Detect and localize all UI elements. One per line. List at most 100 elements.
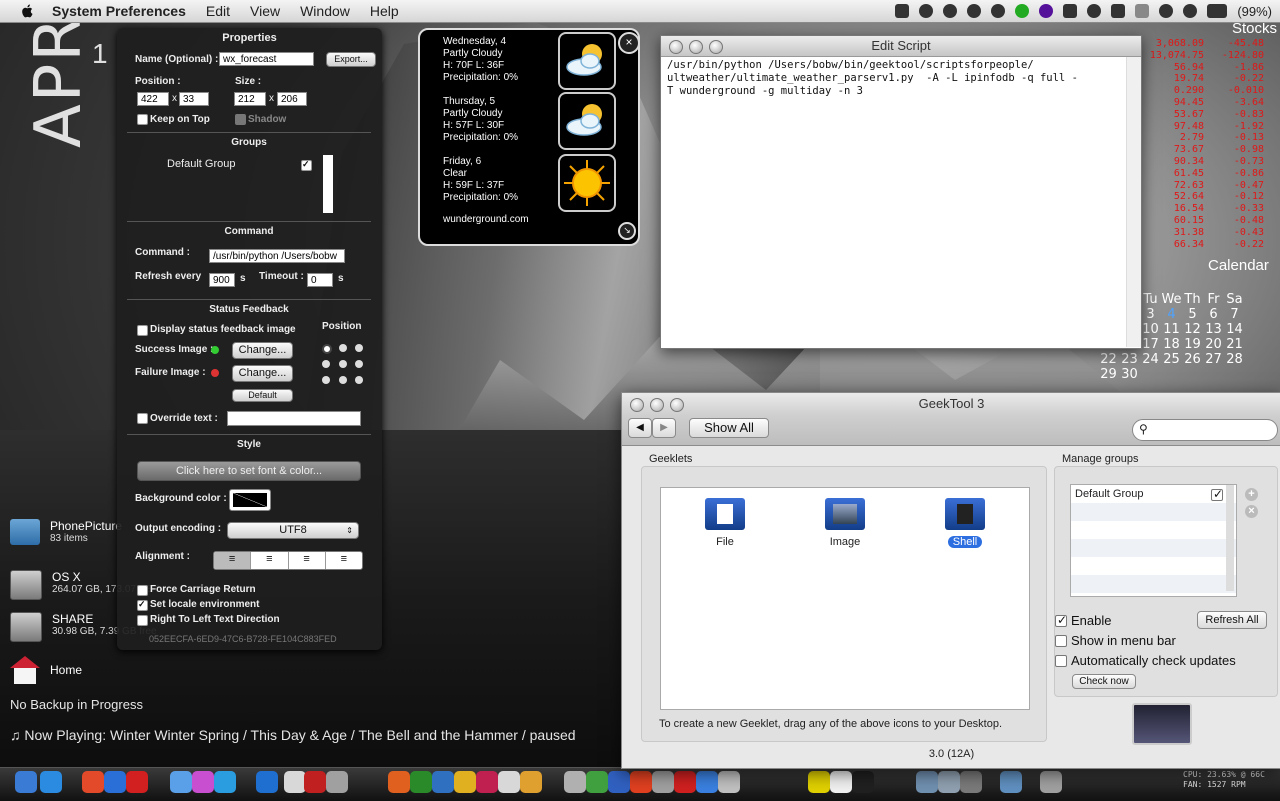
font-color-button[interactable]: Click here to set font & color...: [137, 461, 361, 481]
menu-help[interactable]: Help: [370, 3, 399, 19]
game-icon[interactable]: [410, 771, 432, 793]
shadow-checkbox[interactable]: [235, 114, 246, 125]
back-arrow-icon[interactable]: ◀: [628, 418, 652, 438]
rtl-checkbox[interactable]: [137, 615, 148, 626]
headphones-icon[interactable]: [943, 4, 958, 18]
messages-icon[interactable]: [170, 771, 192, 793]
position-radio-mr[interactable]: [355, 360, 363, 368]
refresh-all-button[interactable]: Refresh All: [1197, 611, 1267, 629]
minimize-window-button[interactable]: [650, 398, 664, 412]
position-radio-bc[interactable]: [339, 376, 347, 384]
desktop-item-home[interactable]: Home: [10, 656, 82, 684]
transfer-icon[interactable]: [1111, 4, 1126, 18]
command-field[interactable]: /usr/bin/python /Users/bobw: [209, 249, 345, 263]
show-menubar-checkbox[interactable]: [1055, 635, 1067, 647]
enable-checkbox[interactable]: [1055, 613, 1067, 627]
position-radio-tr[interactable]: [355, 344, 363, 352]
display-status-checkbox[interactable]: [137, 325, 148, 336]
name-field[interactable]: wx_forecast: [219, 52, 314, 66]
green-status-icon[interactable]: [1015, 4, 1030, 18]
battery-icon[interactable]: [1207, 4, 1228, 18]
zoom-window-button[interactable]: [670, 398, 684, 412]
check-now-button[interactable]: Check now: [1072, 674, 1136, 689]
usb-icon[interactable]: [284, 771, 306, 793]
set-locale-checkbox[interactable]: [137, 599, 148, 611]
override-text-checkbox[interactable]: [137, 413, 148, 424]
position-y-field[interactable]: 33: [179, 92, 209, 106]
app-icon[interactable]: [388, 771, 410, 793]
auto-update-checkbox[interactable]: [1055, 655, 1067, 667]
override-text-field[interactable]: [227, 411, 361, 426]
default-button[interactable]: Default: [232, 389, 293, 402]
app-icon[interactable]: [564, 771, 586, 793]
utility-icon[interactable]: [326, 771, 348, 793]
app-icon[interactable]: [674, 771, 696, 793]
default-group-checkbox[interactable]: [301, 159, 312, 171]
menu-app-name[interactable]: System Preferences: [52, 3, 186, 19]
resize-icon[interactable]: ↘: [618, 222, 636, 240]
group-default[interactable]: Default Group: [1075, 488, 1143, 500]
close-window-button[interactable]: [669, 40, 683, 54]
force-cr-checkbox[interactable]: [137, 585, 148, 596]
app-store-icon[interactable]: [40, 771, 62, 793]
refresh-field[interactable]: 900: [209, 273, 235, 287]
geeklet-file[interactable]: File: [690, 498, 760, 548]
app-icon[interactable]: [696, 771, 718, 793]
chrome-icon[interactable]: [82, 771, 104, 793]
chair-icon[interactable]: [304, 771, 326, 793]
position-radio-tc[interactable]: [339, 344, 347, 352]
app-icon[interactable]: [652, 771, 674, 793]
position-radio-ml[interactable]: [322, 360, 330, 368]
align-right-icon[interactable]: ≡: [289, 552, 326, 569]
trash-icon[interactable]: [1040, 771, 1062, 793]
close-window-button[interactable]: [630, 398, 644, 412]
failure-change-button[interactable]: Change...: [232, 365, 293, 382]
default-group-label[interactable]: Default Group: [167, 158, 235, 170]
app-icon[interactable]: [454, 771, 476, 793]
adium-icon[interactable]: [808, 771, 830, 793]
purple-status-icon[interactable]: [1039, 4, 1054, 18]
terminal-icon[interactable]: [895, 4, 910, 18]
x11-icon[interactable]: [830, 771, 852, 793]
menu-view[interactable]: View: [250, 3, 280, 19]
app-icon[interactable]: [960, 771, 982, 793]
gear-icon[interactable]: [991, 4, 1006, 18]
app-icon[interactable]: [938, 771, 960, 793]
opera-icon[interactable]: [126, 771, 148, 793]
bluetooth-icon[interactable]: [1135, 4, 1150, 18]
text-edit-icon[interactable]: [498, 771, 520, 793]
calendar-icon[interactable]: [476, 771, 498, 793]
wifi-icon[interactable]: [1159, 4, 1174, 18]
itunes-icon[interactable]: [256, 771, 278, 793]
zoom-window-button[interactable]: [709, 40, 723, 54]
battery-percent[interactable]: (99%): [1237, 4, 1272, 19]
menu-window[interactable]: Window: [300, 3, 350, 19]
success-change-button[interactable]: Change...: [232, 342, 293, 359]
forward-arrow-icon[interactable]: ▶: [652, 418, 676, 438]
position-radio-br[interactable]: [355, 376, 363, 384]
desktop-item-phonepicture[interactable]: PhonePicture 83 items: [10, 519, 122, 545]
export-button[interactable]: Export...: [326, 52, 376, 67]
photo-icon[interactable]: [520, 771, 542, 793]
align-left-icon[interactable]: ≡: [214, 552, 252, 569]
safari-icon[interactable]: [104, 771, 126, 793]
position-radio-bl[interactable]: [322, 376, 330, 384]
edit-script-titlebar[interactable]: Edit Script: [661, 36, 1141, 57]
geeklet-image[interactable]: Image: [810, 498, 880, 548]
group-default-checkbox[interactable]: [1211, 487, 1223, 501]
geektool-titlebar[interactable]: GeekTool 3: [622, 393, 1280, 415]
app-icon[interactable]: [718, 771, 740, 793]
finder-icon[interactable]: [15, 771, 37, 793]
half-circle-icon[interactable]: [967, 4, 982, 18]
terminal-icon[interactable]: [852, 771, 874, 793]
timeout-field[interactable]: 0: [307, 273, 333, 287]
menu-edit[interactable]: Edit: [206, 3, 230, 19]
close-icon[interactable]: ×: [618, 32, 640, 54]
minimize-window-button[interactable]: [689, 40, 703, 54]
paw-icon[interactable]: [1063, 4, 1078, 18]
add-group-icon[interactable]: +: [1245, 488, 1258, 501]
show-all-button[interactable]: Show All: [689, 418, 769, 438]
encoding-select[interactable]: UTF8 ⇕: [227, 522, 359, 539]
geeklet-shell[interactable]: Shell: [930, 498, 1000, 548]
apple-menu-icon[interactable]: [18, 3, 38, 19]
